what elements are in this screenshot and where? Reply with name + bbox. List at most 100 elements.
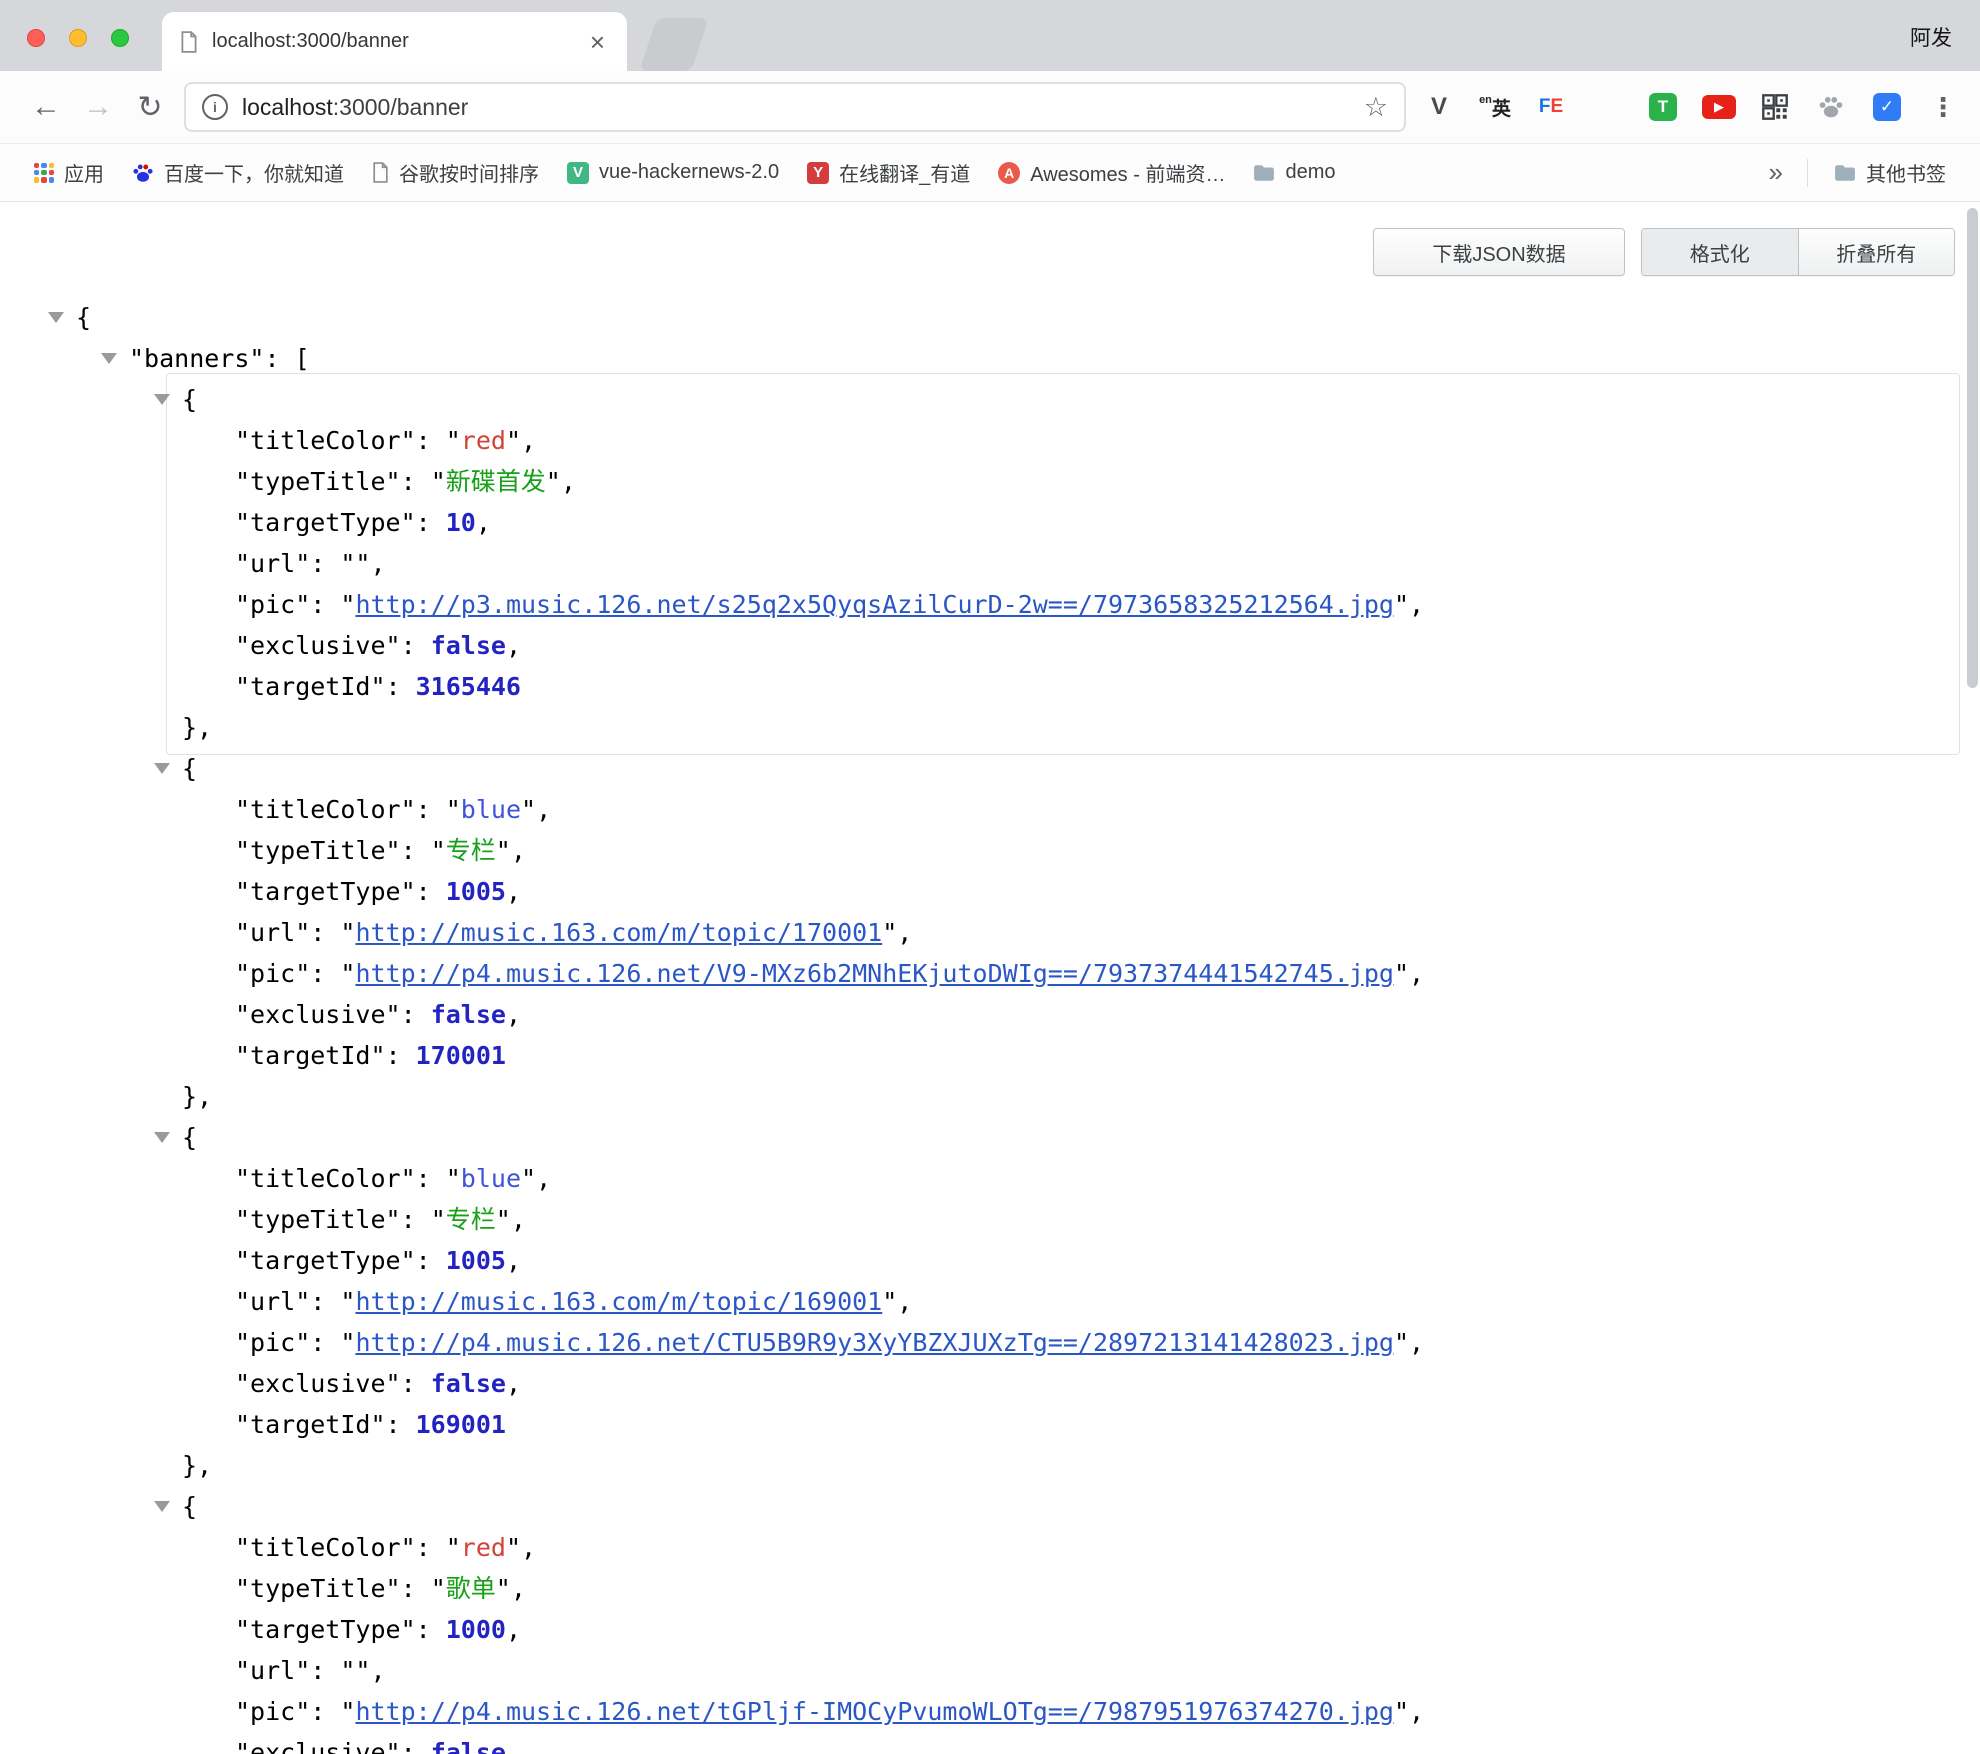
tab-strip: localhost:3000/banner × 阿发 [0, 0, 1980, 71]
zoom-window-icon[interactable] [111, 29, 129, 47]
json-key: "titleColor" [235, 1164, 416, 1193]
json-line: "targetType": 10, [76, 502, 1980, 543]
json-punctuation: : [401, 1738, 431, 1754]
collapse-toggle-icon[interactable] [154, 1501, 170, 1512]
json-punctuation: : [310, 1287, 340, 1316]
json-key: "exclusive" [235, 1738, 401, 1754]
json-key: "url" [235, 1287, 310, 1316]
json-key: "targetType" [235, 1615, 416, 1644]
json-line: "pic": "http://p3.music.126.net/s25q2x5Q… [76, 584, 1980, 625]
json-punctuation: , [511, 836, 526, 865]
json-punctuation: { [182, 385, 197, 414]
browser-menu-icon[interactable]: ⋮ [1926, 90, 1960, 124]
reload-button[interactable]: ↻ [124, 90, 176, 125]
collapse-toggle-icon[interactable] [154, 1132, 170, 1143]
bookmark-youdao-translate[interactable]: Y 在线翻译_有道 [797, 152, 980, 193]
json-string-value: 专栏 [446, 836, 496, 865]
json-line: { [76, 297, 1980, 338]
scrollbar-thumb[interactable] [1967, 208, 1978, 688]
address-bar[interactable]: i localhost:3000/banner ☆ [184, 82, 1406, 132]
json-line: "titleColor": "red", [76, 420, 1980, 461]
bookmark-google-sort[interactable]: 谷歌按时间排序 [362, 152, 549, 193]
json-punctuation: : [416, 1533, 446, 1562]
json-line: "pic": "http://p4.music.126.net/V9-MXz6b… [76, 953, 1980, 994]
bookmark-awesomes[interactable]: A Awesomes - 前端资… [988, 152, 1235, 193]
fehelper-extension-icon[interactable]: FE [1534, 90, 1568, 124]
bookmark-apps[interactable]: 应用 [24, 152, 114, 193]
json-line: "banners": [ [76, 338, 1980, 379]
json-punctuation: " [340, 918, 355, 947]
json-line: "pic": "http://p4.music.126.net/CTU5B9R9… [76, 1322, 1980, 1363]
youdao-translate-extension-icon[interactable]: en英 [1478, 90, 1512, 124]
json-punctuation: }, [182, 1451, 212, 1480]
browser-window: localhost:3000/banner × 阿发 ← → ↻ i local… [0, 0, 1980, 1754]
green-shield-extension-icon[interactable]: T [1646, 90, 1680, 124]
json-url-link[interactable]: http://p4.music.126.net/V9-MXz6b2MNhEKju… [355, 959, 1394, 988]
json-key: "url" [235, 1656, 310, 1685]
json-url-link[interactable]: http://p3.music.126.net/s25q2x5QyqsAzilC… [355, 590, 1394, 619]
back-button[interactable]: ← [20, 90, 72, 124]
json-punctuation: , [1409, 590, 1424, 619]
json-url-link[interactable]: http://music.163.com/m/topic/169001 [355, 1287, 882, 1316]
close-tab-icon[interactable]: × [586, 29, 609, 55]
json-line: { [76, 1117, 1980, 1158]
json-punctuation: , [521, 1533, 536, 1562]
bookmarks-overflow-chevron[interactable]: » [1761, 157, 1791, 188]
paw-extension-icon[interactable] [1814, 90, 1848, 124]
bookmark-baidu[interactable]: 百度一下，你就知道 [122, 152, 354, 193]
json-string-value: blue [461, 795, 521, 824]
json-key: "exclusive" [235, 1000, 401, 1029]
minimize-window-icon[interactable] [69, 29, 87, 47]
json-string-value: 歌单 [446, 1574, 496, 1603]
json-punctuation: " [1394, 590, 1409, 619]
json-punctuation: : [416, 426, 446, 455]
json-string-value: red [461, 426, 506, 455]
json-line: "url": "http://music.163.com/m/topic/170… [76, 912, 1980, 953]
page-icon [372, 162, 389, 183]
person-extension-icon[interactable] [1590, 90, 1624, 124]
close-window-icon[interactable] [27, 29, 45, 47]
forward-button[interactable]: → [72, 90, 124, 124]
json-number-value: 10 [446, 508, 476, 537]
bookmark-star-icon[interactable]: ☆ [1364, 92, 1388, 123]
qr-code-extension-icon[interactable] [1758, 90, 1792, 124]
bookmark-vue-hackernews[interactable]: V vue-hackernews-2.0 [557, 155, 789, 190]
json-url-link[interactable]: http://p4.music.126.net/CTU5B9R9y3XyYBZX… [355, 1328, 1394, 1357]
json-punctuation: " [446, 1533, 461, 1562]
blue-check-extension-icon[interactable]: ✓ [1870, 90, 1904, 124]
json-number-value: 169001 [416, 1410, 506, 1439]
json-string-value: blue [461, 1164, 521, 1193]
url-host: localhost [242, 94, 333, 120]
new-tab-button[interactable] [639, 18, 708, 71]
collapse-toggle-icon[interactable] [154, 394, 170, 405]
json-url-link[interactable]: http://music.163.com/m/topic/170001 [355, 918, 882, 947]
json-key: "targetType" [235, 1246, 416, 1275]
json-line: { [76, 379, 1980, 420]
page-info-icon[interactable]: i [202, 94, 228, 120]
json-key: "typeTitle" [235, 1205, 401, 1234]
json-line: "typeTitle": "新碟首发", [76, 461, 1980, 502]
collapse-toggle-icon[interactable] [48, 312, 64, 323]
json-number-value: 1005 [446, 877, 506, 906]
json-key: "targetType" [235, 877, 416, 906]
bookmark-demo-folder[interactable]: demo [1243, 155, 1345, 190]
vimium-extension-icon[interactable]: V [1422, 90, 1456, 124]
collapse-toggle-icon[interactable] [101, 353, 117, 364]
json-key: "typeTitle" [235, 836, 401, 865]
collapse-toggle-icon[interactable] [154, 763, 170, 774]
json-punctuation: , [521, 426, 536, 455]
youdao-icon: Y [807, 162, 829, 184]
bookmark-other-folder[interactable]: 其他书签 [1824, 152, 1956, 193]
json-key: "typeTitle" [235, 467, 401, 496]
json-punctuation: : [386, 1041, 416, 1070]
json-line: "targetType": 1000, [76, 1609, 1980, 1650]
json-punctuation: " [446, 1164, 461, 1193]
browser-tab[interactable]: localhost:3000/banner × [162, 12, 627, 71]
profile-name[interactable]: 阿发 [1910, 22, 1952, 52]
json-string-value: 专栏 [446, 1205, 496, 1234]
youtube-extension-icon[interactable]: ▶ [1702, 90, 1736, 124]
json-boolean-value: false [431, 1000, 506, 1029]
json-url-link[interactable]: http://p4.music.126.net/tGPljf-IMOCyPvum… [355, 1697, 1394, 1726]
json-punctuation: [ [295, 344, 310, 373]
json-punctuation: , [506, 1246, 521, 1275]
